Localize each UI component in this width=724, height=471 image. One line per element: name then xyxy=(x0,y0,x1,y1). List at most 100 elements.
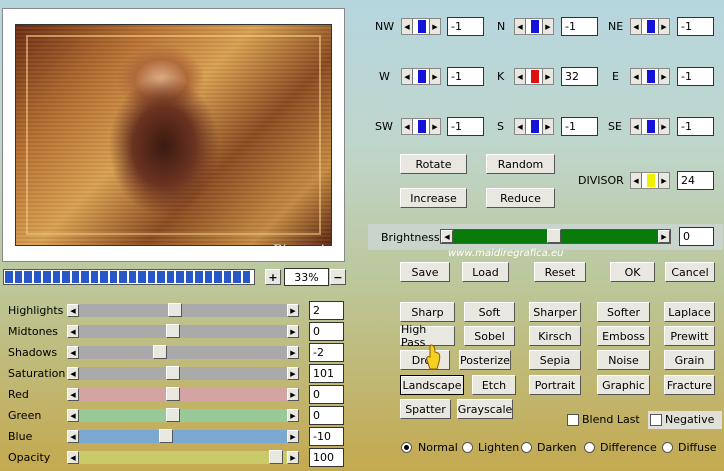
load-button[interactable]: Load xyxy=(462,262,509,282)
arrow-right-icon[interactable]: ▶ xyxy=(658,69,669,84)
blend-last-checkbox[interactable] xyxy=(567,414,579,426)
kernel-thumb[interactable] xyxy=(647,70,655,83)
arrow-left-icon[interactable]: ◀ xyxy=(631,173,642,188)
arrow-left-icon[interactable]: ◀ xyxy=(67,367,79,380)
reduce-button[interactable]: Reduce xyxy=(486,188,555,208)
slider-thumb[interactable] xyxy=(269,450,284,464)
preset-kirsch[interactable]: Kirsch xyxy=(529,326,581,346)
arrow-right-icon[interactable]: ▶ xyxy=(542,19,553,34)
kernel-spinner-sw[interactable]: ◀ ▶ xyxy=(401,118,441,135)
adjust-slider[interactable]: ◀ ▶ xyxy=(67,450,299,464)
arrow-right-icon[interactable]: ▶ xyxy=(658,173,669,188)
arrow-left-icon[interactable]: ◀ xyxy=(631,69,642,84)
preset-spatter[interactable]: Spatter xyxy=(400,399,451,419)
arrow-left-icon[interactable]: ◀ xyxy=(67,325,79,338)
kernel-input-se[interactable]: -1 xyxy=(677,117,714,136)
adjust-slider[interactable]: ◀ ▶ xyxy=(67,303,299,317)
arrow-left-icon[interactable]: ◀ xyxy=(67,409,79,422)
adjust-value-input[interactable]: 0 xyxy=(309,385,344,404)
kernel-thumb[interactable] xyxy=(647,120,655,133)
preset-grayscale[interactable]: Grayscale xyxy=(457,399,513,419)
preset-graphic[interactable]: Graphic xyxy=(597,375,650,395)
preset-laplace[interactable]: Laplace xyxy=(664,302,715,322)
arrow-right-icon[interactable]: ▶ xyxy=(287,367,299,380)
preset-noise[interactable]: Noise xyxy=(597,350,650,370)
preset-emboss[interactable]: Emboss xyxy=(597,326,650,346)
brightness-thumb[interactable] xyxy=(547,229,561,243)
negative-checkbox[interactable] xyxy=(650,414,662,426)
arrow-right-icon[interactable]: ▶ xyxy=(287,388,299,401)
slider-thumb[interactable] xyxy=(166,387,181,401)
arrow-right-icon[interactable]: ▶ xyxy=(287,430,299,443)
divisor-input[interactable]: 24 xyxy=(677,171,714,190)
arrow-right-icon[interactable]: ▶ xyxy=(287,451,299,464)
kernel-thumb[interactable] xyxy=(531,70,539,83)
kernel-thumb[interactable] xyxy=(531,120,539,133)
arrow-right-icon[interactable]: ▶ xyxy=(287,325,299,338)
adjust-value-input[interactable]: 0 xyxy=(309,322,344,341)
arrow-left-icon[interactable]: ◀ xyxy=(515,19,526,34)
kernel-spinner-nw[interactable]: ◀ ▶ xyxy=(401,18,441,35)
arrow-right-icon[interactable]: ▶ xyxy=(287,304,299,317)
increase-button[interactable]: Increase xyxy=(400,188,467,208)
arrow-right-icon[interactable]: ▶ xyxy=(429,69,440,84)
arrow-left-icon[interactable]: ◀ xyxy=(631,119,642,134)
arrow-left-icon[interactable]: ◀ xyxy=(67,388,79,401)
kernel-thumb[interactable] xyxy=(418,120,426,133)
kernel-spinner-w[interactable]: ◀ ▶ xyxy=(401,68,441,85)
slider-thumb[interactable] xyxy=(166,324,181,338)
kernel-spinner-ne[interactable]: ◀ ▶ xyxy=(630,18,670,35)
adjust-slider[interactable]: ◀ ▶ xyxy=(67,408,299,422)
arrow-left-icon[interactable]: ◀ xyxy=(402,69,413,84)
divisor-spinner[interactable]: ◀ ▶ xyxy=(630,172,670,189)
divisor-thumb[interactable] xyxy=(647,174,655,187)
save-button[interactable]: Save xyxy=(400,262,450,282)
preset-landscape[interactable]: Landscape xyxy=(400,375,464,395)
adjust-slider[interactable]: ◀ ▶ xyxy=(67,324,299,338)
adjust-value-input[interactable]: 2 xyxy=(309,301,344,320)
brightness-input[interactable]: 0 xyxy=(679,227,714,246)
kernel-input-nw[interactable]: -1 xyxy=(447,17,484,36)
arrow-right-icon[interactable]: ▶ xyxy=(429,119,440,134)
arrow-left-icon[interactable]: ◀ xyxy=(67,451,79,464)
zoom-in-button[interactable]: + xyxy=(265,269,281,285)
kernel-input-sw[interactable]: -1 xyxy=(447,117,484,136)
kernel-thumb[interactable] xyxy=(531,20,539,33)
adjust-value-input[interactable]: -10 xyxy=(309,427,344,446)
preset-sharper[interactable]: Sharper xyxy=(529,302,581,322)
arrow-right-icon[interactable]: ▶ xyxy=(542,69,553,84)
slider-thumb[interactable] xyxy=(166,408,181,422)
arrow-left-icon[interactable]: ◀ xyxy=(67,304,79,317)
kernel-input-w[interactable]: -1 xyxy=(447,67,484,86)
adjust-slider[interactable]: ◀ ▶ xyxy=(67,366,299,380)
slider-thumb[interactable] xyxy=(152,345,167,359)
rotate-button[interactable]: Rotate xyxy=(400,154,467,174)
preset-fracture[interactable]: Fracture xyxy=(664,375,715,395)
mode-darken-radio[interactable] xyxy=(521,442,532,453)
kernel-thumb[interactable] xyxy=(647,20,655,33)
adjust-value-input[interactable]: 101 xyxy=(309,364,344,383)
arrow-right-icon[interactable]: ▶ xyxy=(658,19,669,34)
arrow-left-icon[interactable]: ◀ xyxy=(441,230,453,243)
kernel-spinner-se[interactable]: ◀ ▶ xyxy=(630,118,670,135)
preset-portrait[interactable]: Portrait xyxy=(529,375,581,395)
adjust-value-input[interactable]: 100 xyxy=(309,448,344,467)
reset-button[interactable]: Reset xyxy=(534,262,586,282)
arrow-left-icon[interactable]: ◀ xyxy=(402,119,413,134)
preset-soft[interactable]: Soft xyxy=(464,302,515,322)
mode-diffuse-radio[interactable] xyxy=(662,442,673,453)
kernel-input-e[interactable]: -1 xyxy=(677,67,714,86)
adjust-slider[interactable]: ◀ ▶ xyxy=(67,429,299,443)
arrow-right-icon[interactable]: ▶ xyxy=(542,119,553,134)
adjust-slider[interactable]: ◀ ▶ xyxy=(67,387,299,401)
ok-button[interactable]: OK xyxy=(610,262,655,282)
arrow-left-icon[interactable]: ◀ xyxy=(67,346,79,359)
cancel-button[interactable]: Cancel xyxy=(665,262,715,282)
kernel-thumb[interactable] xyxy=(418,20,426,33)
brightness-slider[interactable]: ◀ ▶ xyxy=(440,229,671,244)
kernel-input-s[interactable]: -1 xyxy=(561,117,598,136)
preset-sepia[interactable]: Sepia xyxy=(529,350,581,370)
arrow-right-icon[interactable]: ▶ xyxy=(658,119,669,134)
preset-prewitt[interactable]: Prewitt xyxy=(664,326,715,346)
kernel-input-ne[interactable]: -1 xyxy=(677,17,714,36)
